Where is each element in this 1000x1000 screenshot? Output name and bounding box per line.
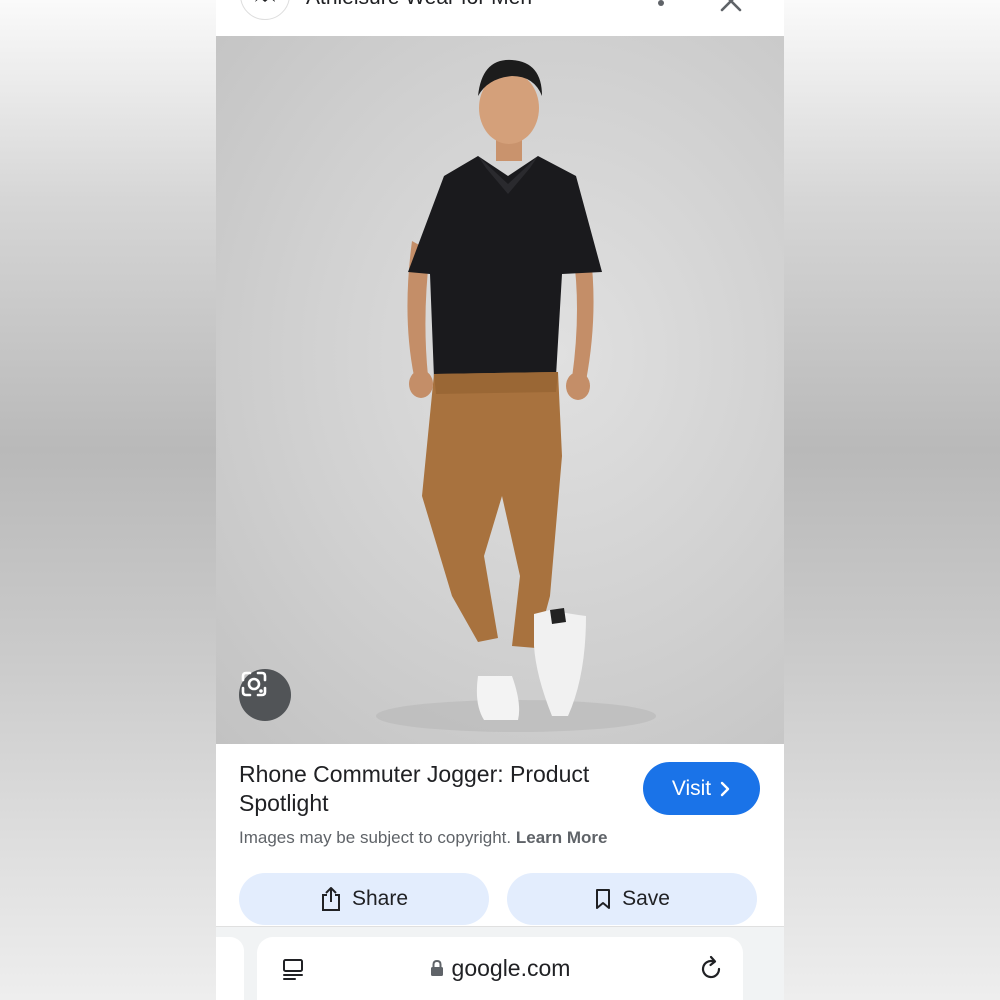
google-lens-button[interactable] [239, 669, 291, 721]
url-display[interactable]: google.com [257, 955, 743, 982]
result-title[interactable]: Rhone Commuter Jogger: Product Spotlight [239, 760, 629, 818]
save-button[interactable]: Save [507, 873, 757, 925]
phone-screen: Athleisure Wear for Men [216, 0, 784, 1000]
previous-tab-peek[interactable] [216, 937, 244, 1000]
chevron-right-icon [720, 781, 730, 796]
share-icon [321, 887, 340, 911]
learn-more-link[interactable]: Learn More [516, 828, 608, 847]
address-bar[interactable]: google.com [257, 937, 743, 1000]
lens-icon [241, 671, 267, 697]
copyright-text: Images may be subject to copyright. [239, 828, 512, 847]
share-button-label: Share [351, 887, 409, 910]
background-right-blur [784, 0, 1000, 1000]
more-options-icon[interactable] [658, 0, 664, 6]
bookmark-icon [596, 889, 611, 909]
product-image[interactable] [216, 36, 784, 744]
site-favicon[interactable] [240, 0, 290, 20]
brand-logo-icon [255, 0, 275, 2]
background-left-blur [0, 0, 216, 1000]
save-button-label: Save [622, 887, 670, 910]
copyright-notice: Images may be subject to copyright. Lear… [239, 828, 608, 848]
image-viewer-header: Athleisure Wear for Men [216, 0, 784, 36]
page-title: Athleisure Wear for Men [306, 0, 532, 10]
visit-button[interactable]: Visit [643, 762, 760, 815]
close-icon[interactable] [716, 0, 746, 16]
url-text: google.com [451, 955, 571, 981]
lock-icon [430, 959, 443, 976]
share-button[interactable]: Share [239, 873, 489, 925]
model-photo [376, 59, 656, 732]
reload-icon[interactable] [697, 955, 725, 983]
browser-toolbar: google.com [216, 926, 784, 1000]
visit-button-label: Visit [671, 776, 712, 800]
